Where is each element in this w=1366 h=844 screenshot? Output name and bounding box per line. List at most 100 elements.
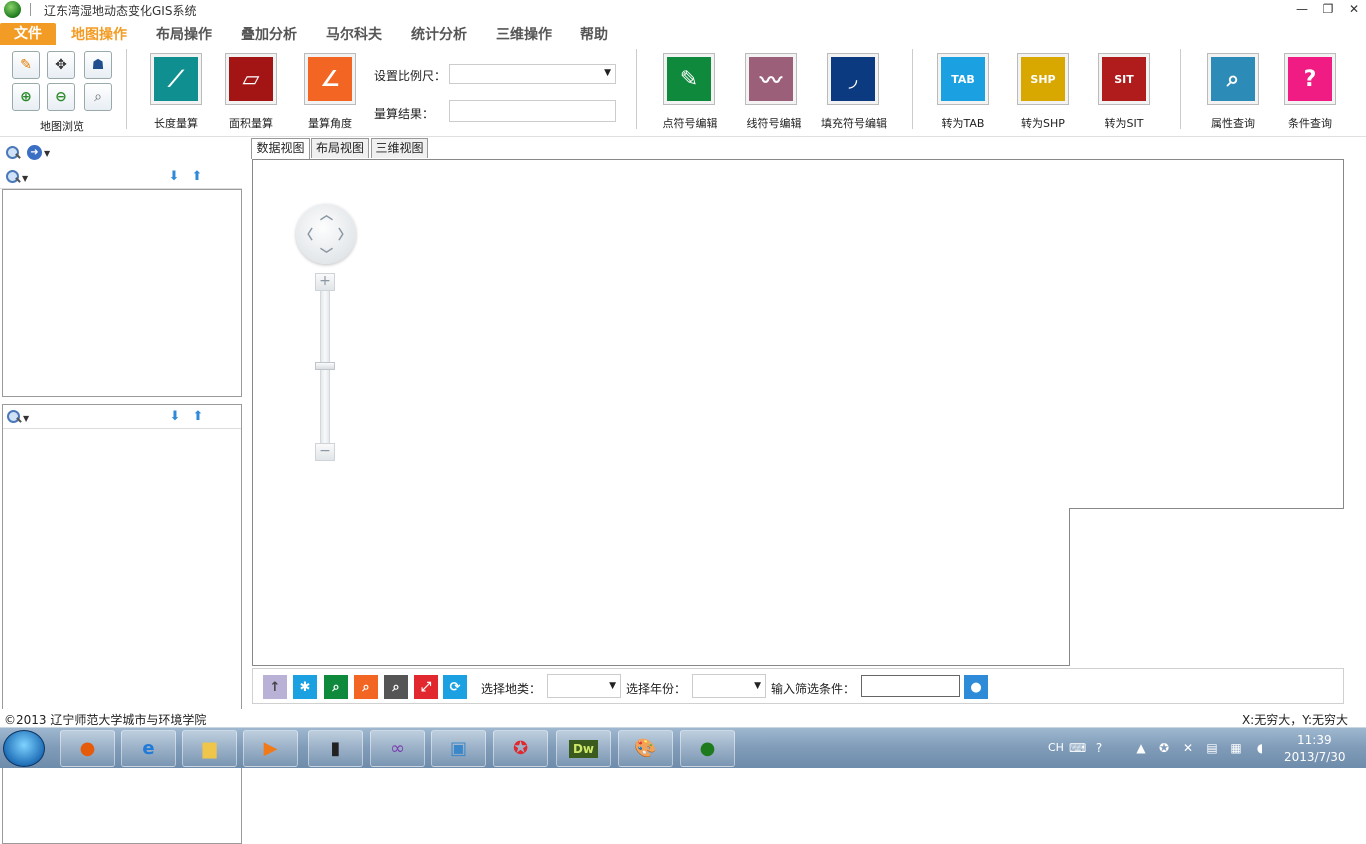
move-up-icon[interactable]: ⬆ — [190, 170, 204, 184]
lower-panel[interactable]: ▼ ⬇ ⬆ — [2, 404, 242, 844]
to-tab-button[interactable]: TAB — [937, 53, 989, 105]
zoom-in-button[interactable]: ⊕ — [12, 83, 40, 111]
menu-map-operations[interactable]: 地图操作 — [71, 24, 127, 44]
menu-layout-operations[interactable]: 布局操作 — [156, 24, 212, 44]
document-search-icon: ⌕ — [1211, 57, 1255, 101]
point-symbol-edit-button[interactable]: ✎ — [663, 53, 715, 105]
full-extent-icon[interactable]: ⤢ — [414, 675, 438, 699]
tab-layout-view[interactable]: 布局视图 — [311, 138, 369, 158]
chevron-down-icon[interactable]: ﹀ — [320, 244, 333, 263]
menu-statistics[interactable]: 统计分析 — [411, 24, 467, 44]
fill-symbol-edit-button[interactable]: ◞ — [827, 53, 879, 105]
restore-button[interactable]: ❐ — [1320, 2, 1336, 16]
result-field[interactable] — [449, 100, 616, 122]
full-extent-button[interactable]: ☗ — [84, 51, 112, 79]
land-type-select[interactable]: ▼ — [547, 674, 621, 698]
search-question-icon: ? — [1288, 57, 1332, 101]
chevron-up-icon[interactable]: ︿ — [320, 204, 333, 223]
to-sit-button[interactable]: SIT — [1098, 53, 1150, 105]
chevron-down-icon[interactable]: ▼ — [44, 149, 50, 158]
filter-input[interactable] — [861, 675, 960, 697]
length-measure-button[interactable]: ⟋ — [150, 53, 202, 105]
year-select[interactable]: ▼ — [692, 674, 766, 698]
app-tray-icon[interactable]: ▤ — [1204, 740, 1220, 756]
dreamweaver-task-icon[interactable]: Dw — [556, 730, 611, 767]
keyboard-icon[interactable]: ⌨ — [1069, 740, 1086, 756]
zoom-plus-icon[interactable]: + — [315, 273, 335, 291]
qq-task-icon[interactable]: ✪ — [493, 730, 548, 767]
sparkle-icon[interactable]: ✱ — [293, 675, 317, 699]
forward-arrow-icon[interactable]: ➜ — [27, 145, 42, 160]
ie-task-icon[interactable]: e — [121, 730, 176, 767]
gis-app-task-icon[interactable]: ● — [680, 730, 735, 767]
chevron-right-icon[interactable]: 〉 — [338, 224, 351, 243]
network-icon[interactable]: ▦ — [1228, 740, 1244, 756]
tab-file-icon: TAB — [941, 57, 985, 101]
show-hidden-icons-icon[interactable]: ▲ — [1133, 740, 1149, 756]
magnifier-icon[interactable]: ⌕ — [384, 675, 408, 699]
zoom-extent-button[interactable]: ⌕ — [84, 83, 112, 111]
filter-go-icon[interactable]: ● — [964, 675, 988, 699]
image-viewer-task-icon[interactable]: ▣ — [431, 730, 486, 767]
close-button[interactable]: ✕ — [1346, 2, 1362, 16]
search-icon[interactable] — [5, 169, 21, 185]
move-up-icon[interactable]: ⬆ — [191, 410, 205, 424]
explorer-task-icon[interactable]: ▆ — [182, 730, 237, 767]
chevron-down-icon[interactable]: ▼ — [23, 414, 29, 423]
minimize-button[interactable]: — — [1294, 2, 1310, 16]
attribute-query-label: 属性查询 — [1211, 117, 1255, 130]
menu-overlay-analysis[interactable]: 叠加分析 — [241, 24, 297, 44]
pan-control[interactable]: ︿ ﹀ 〈 〉 — [296, 204, 356, 264]
overview-map[interactable] — [1069, 508, 1344, 666]
scale-label: 设置比例尺： — [374, 69, 447, 83]
visual-studio-task-icon[interactable]: ∞ — [370, 730, 425, 767]
zoom-out-icon[interactable]: ⌕ — [354, 675, 378, 699]
ribbon-separator — [912, 49, 913, 129]
qq-tray-icon[interactable]: ✪ — [1156, 740, 1172, 756]
security-icon[interactable]: ✕ — [1180, 740, 1196, 756]
zoom-in-icon[interactable]: ⌕ — [324, 675, 348, 699]
menu-file[interactable]: 文件 — [0, 23, 56, 45]
coordinate-readout: X:无穷大，Y:无穷大 — [1241, 713, 1348, 727]
angle-measure-button[interactable]: ∠ — [304, 53, 356, 105]
shp-file-icon: SHP — [1021, 57, 1065, 101]
refresh-icon[interactable]: ⟳ — [443, 675, 467, 699]
volume-icon[interactable]: ◖ — [1252, 740, 1268, 756]
zoom-minus-icon[interactable]: − — [315, 443, 335, 461]
edit-pencil-button[interactable]: ✎ — [12, 51, 40, 79]
layer-list-panel[interactable] — [2, 189, 242, 397]
search-icon[interactable] — [5, 145, 21, 161]
tab-3d-view[interactable]: 三维视图 — [371, 138, 428, 158]
angle-measure-label: 量算角度 — [308, 117, 352, 130]
move-down-icon[interactable]: ⬇ — [168, 410, 182, 424]
move-down-icon[interactable]: ⬇ — [167, 170, 181, 184]
zoom-slider-thumb[interactable] — [315, 362, 335, 370]
clock-date[interactable]: 2013/7/30 — [1284, 750, 1346, 764]
phone-task-icon[interactable]: ▮ — [308, 730, 363, 767]
menu-3d-operations[interactable]: 三维操作 — [496, 24, 552, 44]
firefox-task-icon[interactable]: ● — [60, 730, 115, 767]
area-measure-button[interactable]: ▱ — [225, 53, 277, 105]
line-symbol-edit-button[interactable]: 〰 — [745, 53, 797, 105]
condition-query-button[interactable]: ? — [1284, 53, 1336, 105]
attribute-query-button[interactable]: ⌕ — [1207, 53, 1259, 105]
start-button[interactable] — [3, 730, 45, 767]
media-player-task-icon[interactable]: ▶ — [243, 730, 298, 767]
to-shp-button[interactable]: SHP — [1017, 53, 1069, 105]
menu-markov[interactable]: 马尔科夫 — [326, 24, 382, 44]
paint-task-icon[interactable]: 🎨 — [618, 730, 673, 767]
zoom-out-button[interactable]: ⊖ — [47, 83, 75, 111]
menu-help[interactable]: 帮助 — [580, 24, 608, 44]
search-icon[interactable] — [6, 409, 22, 425]
angle-icon: ∠ — [308, 57, 352, 101]
north-arrow-icon[interactable]: ↑ — [263, 675, 287, 699]
tab-data-view[interactable]: 数据视图 — [251, 138, 310, 159]
chevron-left-icon[interactable]: 〈 — [300, 224, 313, 243]
help-icon[interactable]: ? — [1091, 740, 1107, 756]
language-indicator[interactable]: CH — [1048, 741, 1064, 754]
pan-button[interactable]: ✥ — [47, 51, 75, 79]
clock-time[interactable]: 11:39 — [1297, 733, 1332, 747]
chevron-down-icon[interactable]: ▼ — [22, 174, 28, 183]
ribbon-separator — [636, 49, 637, 129]
scale-select[interactable]: ▼ — [449, 64, 616, 84]
